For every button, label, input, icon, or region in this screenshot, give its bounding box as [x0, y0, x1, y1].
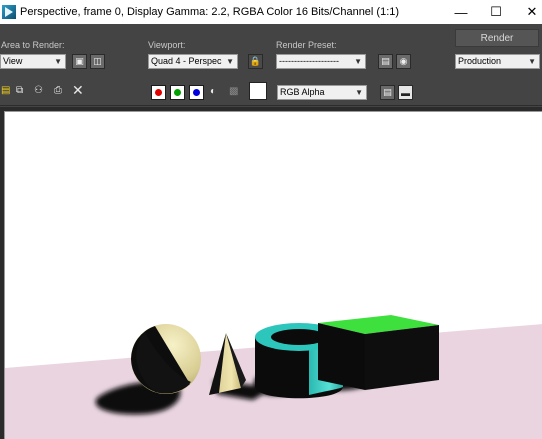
- render-preset-dropdown[interactable]: -------------------- ▼: [276, 54, 366, 69]
- render-toolbar: Area to Render: View ▼ ▣ ◫ Viewport: Qua…: [0, 24, 542, 106]
- close-button[interactable]: ✕: [515, 0, 542, 24]
- window-titlebar: Perspective, frame 0, Display Gamma: 2.2…: [0, 0, 542, 24]
- viewport-label: Viewport:: [148, 40, 186, 50]
- clear-icon[interactable]: ✕: [72, 82, 84, 99]
- channel-dropdown[interactable]: RGB Alpha ▼: [277, 85, 367, 100]
- window-title: Perspective, frame 0, Display Gamma: 2.2…: [20, 6, 400, 18]
- color-swatch[interactable]: [249, 82, 267, 100]
- area-to-render-dropdown[interactable]: View ▼: [0, 54, 66, 69]
- rendered-scene: [5, 315, 542, 439]
- copy-image-icon[interactable]: ⧉: [16, 85, 23, 96]
- crop-icon[interactable]: ▣: [72, 54, 87, 69]
- green-channel-icon: [174, 89, 181, 96]
- rendered-frame-viewport: [0, 107, 542, 439]
- chevron-down-icon: ▼: [528, 57, 536, 66]
- app-icon: [2, 5, 16, 19]
- minimize-button[interactable]: —: [444, 0, 478, 24]
- maximize-button[interactable]: ☐: [479, 0, 513, 24]
- blue-channel-toggle[interactable]: [189, 85, 204, 100]
- render-button[interactable]: Render: [455, 29, 539, 47]
- lock-icon[interactable]: 🔒: [248, 54, 263, 69]
- chevron-down-icon: ▼: [355, 88, 363, 97]
- chevron-down-icon: ▼: [354, 57, 362, 66]
- print-icon[interactable]: ⎙: [54, 85, 62, 96]
- box-object: [318, 315, 439, 390]
- region-icon[interactable]: ◫: [90, 54, 105, 69]
- sphere-object: [131, 324, 201, 394]
- alpha-channel-icon[interactable]: ◐: [210, 86, 216, 97]
- chevron-down-icon: ▼: [54, 57, 62, 66]
- mono-icon[interactable]: ▩: [229, 86, 238, 97]
- area-to-render-label: Area to Render:: [1, 40, 65, 50]
- save-image-icon[interactable]: ▤: [1, 85, 10, 96]
- render-mode-dropdown[interactable]: Production ▼: [455, 54, 540, 69]
- viewport-value: Quad 4 - Perspec: [151, 56, 222, 66]
- render-preset-label: Render Preset:: [276, 40, 337, 50]
- red-channel-toggle[interactable]: [151, 85, 166, 100]
- clone-window-icon[interactable]: ⚇: [34, 85, 43, 96]
- render-preset-value: --------------------: [279, 56, 339, 66]
- preset-load-icon[interactable]: ◉: [396, 54, 411, 69]
- blue-channel-icon: [193, 89, 200, 96]
- area-to-render-value: View: [3, 56, 23, 66]
- red-channel-icon: [155, 89, 162, 96]
- render-mode-value: Production: [458, 56, 502, 66]
- viewport-dropdown[interactable]: Quad 4 - Perspec ▼: [148, 54, 238, 69]
- preset-save-icon[interactable]: ▤: [378, 54, 393, 69]
- green-channel-toggle[interactable]: [170, 85, 185, 100]
- frame-window-icon[interactable]: ▬: [398, 85, 413, 100]
- display-toggle-icon[interactable]: ▤: [380, 85, 395, 100]
- render-canvas: [4, 111, 542, 439]
- channel-value: RGB Alpha: [280, 87, 325, 97]
- chevron-down-icon: ▼: [226, 57, 234, 66]
